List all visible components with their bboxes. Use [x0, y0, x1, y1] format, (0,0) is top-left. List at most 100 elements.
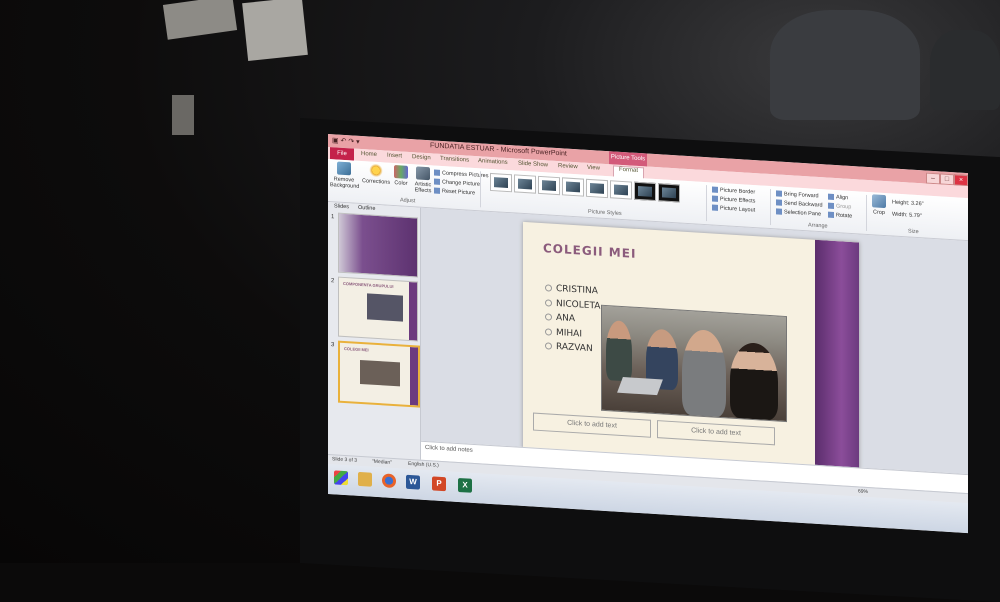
powerpoint-icon[interactable]: P — [432, 476, 446, 492]
remove-background-button[interactable]: Remove Background — [330, 161, 359, 190]
tab-insert[interactable]: Insert — [387, 153, 402, 160]
word-icon[interactable]: W — [406, 474, 420, 490]
bullet-icon — [545, 298, 552, 307]
text-placeholder-left[interactable]: Click to add text — [533, 412, 651, 438]
thumbnail-band — [410, 347, 418, 406]
theme-name: "Median" — [372, 458, 392, 466]
change-picture-icon — [434, 178, 440, 185]
close-button[interactable]: × — [954, 174, 968, 187]
picture-style-thumb[interactable] — [586, 178, 608, 199]
tab-design[interactable]: Design — [412, 154, 431, 161]
group-photo[interactable] — [601, 304, 787, 423]
list-item: RAZVAN — [545, 341, 600, 359]
reset-picture-icon — [434, 187, 440, 194]
adjust-group-label: Adjust — [400, 197, 416, 205]
photo-person — [606, 320, 632, 382]
slide-thumbnail-2[interactable]: COMPONENTA GRUPULUI — [338, 276, 418, 342]
height-field[interactable]: Height: 3.26" — [892, 199, 924, 207]
picture-style-thumb[interactable] — [562, 177, 584, 197]
minimize-button[interactable]: – — [926, 172, 940, 185]
current-slide[interactable]: COLEGII MEI CRISTINA NICOLETA ANA MIHAI … — [523, 221, 859, 481]
picture-effects-icon — [712, 195, 718, 202]
excel-icon[interactable]: X — [458, 477, 472, 493]
language-indicator[interactable]: English (U.S.) — [408, 461, 439, 469]
slide-counter: Slide 3 of 3 — [332, 456, 358, 464]
crop-button[interactable]: Crop — [870, 194, 888, 216]
photo-laptop — [617, 377, 663, 396]
maximize-button[interactable]: □ — [940, 173, 954, 186]
crop-icon — [872, 194, 886, 209]
tab-review[interactable]: Review — [558, 163, 578, 170]
tab-animations[interactable]: Animations — [478, 158, 508, 166]
picture-styles-group-label: Picture Styles — [588, 208, 622, 217]
picture-style-thumb[interactable] — [538, 175, 560, 196]
slides-panel: Slides Outline 1 2 COMPONENTA GRUPULUI 3… — [328, 202, 421, 460]
compress-icon — [434, 169, 440, 176]
picture-style-thumb[interactable] — [610, 180, 632, 200]
slide-editing-area: COLEGII MEI CRISTINA NICOLETA ANA MIHAI … — [421, 207, 968, 481]
bullet-list[interactable]: CRISTINA NICOLETA ANA MIHAI RAZVAN — [545, 283, 600, 359]
picture-effects-button[interactable]: Picture Effects — [712, 195, 755, 205]
file-explorer-icon[interactable] — [358, 471, 372, 487]
background-person — [770, 10, 920, 120]
slide-number: 3 — [331, 342, 335, 349]
wall-paper-note — [172, 95, 194, 135]
send-backward-icon — [776, 199, 782, 206]
picture-layout-button[interactable]: Picture Layout — [712, 204, 755, 214]
size-group-label: Size — [908, 228, 919, 236]
ribbon-separator — [706, 185, 707, 222]
corrections-button[interactable]: Corrections — [362, 163, 390, 186]
group-icon — [828, 202, 834, 209]
group-button[interactable]: Group — [828, 202, 851, 210]
width-field[interactable]: Width: 5.79" — [892, 211, 922, 219]
windows-start-icon[interactable] — [334, 470, 348, 486]
tab-outline[interactable]: Outline — [358, 205, 375, 212]
firefox-icon[interactable] — [382, 473, 396, 489]
ribbon-separator — [480, 171, 481, 208]
ribbon-separator — [866, 194, 867, 231]
picture-style-thumb[interactable] — [634, 181, 656, 202]
photo-person — [682, 328, 726, 418]
slide-thumbnail-1[interactable] — [338, 212, 418, 278]
picture-style-thumb[interactable] — [658, 183, 680, 203]
selection-pane-icon — [776, 208, 782, 215]
picture-style-thumb[interactable] — [490, 172, 512, 193]
thumbnail-band — [409, 281, 417, 341]
color-icon — [394, 165, 408, 179]
quick-access-toolbar[interactable]: ▣ ↶ ↷ ▾ — [332, 136, 360, 146]
selection-pane-button[interactable]: Selection Pane — [776, 208, 821, 218]
thumbnail-photo — [360, 359, 400, 387]
zoom-level[interactable]: 69% — [858, 488, 868, 495]
tab-slides[interactable]: Slides — [334, 203, 349, 210]
slide-title[interactable]: COLEGII MEI — [543, 241, 636, 261]
artistic-effects-button[interactable]: Artistic Effects — [412, 166, 434, 194]
bullet-icon — [545, 313, 552, 321]
wall-paper-note — [242, 0, 308, 61]
monitor-screen: ▣ ↶ ↷ ▾ FUNDATIA ESTUAR - Microsoft Powe… — [328, 134, 968, 534]
slide-number: 2 — [331, 278, 335, 285]
photo-person — [730, 341, 778, 421]
picture-style-thumb[interactable] — [514, 174, 536, 194]
change-picture-button[interactable]: Change Picture — [434, 178, 480, 188]
reset-picture-button[interactable]: Reset Picture — [434, 187, 475, 196]
rotate-button[interactable]: Rotate — [828, 211, 852, 220]
arrange-group-label: Arrange — [808, 222, 828, 230]
slide-number: 1 — [331, 214, 335, 221]
remove-background-icon — [337, 161, 351, 176]
bring-forward-button[interactable]: Bring Forward — [776, 190, 819, 199]
picture-border-button[interactable]: Picture Border — [712, 186, 755, 196]
tab-transitions[interactable]: Transitions — [440, 156, 469, 164]
tab-view[interactable]: View — [587, 165, 600, 172]
tab-home[interactable]: Home — [361, 151, 377, 158]
bullet-icon — [545, 327, 552, 336]
align-button[interactable]: Align — [828, 193, 848, 201]
slide-thumbnail-3[interactable]: COLEGII MEI — [338, 340, 420, 408]
bullet-icon — [545, 342, 552, 350]
send-backward-button[interactable]: Send Backward — [776, 199, 823, 209]
color-button[interactable]: Color — [392, 165, 410, 187]
background-person — [930, 30, 1000, 110]
tab-slide-show[interactable]: Slide Show — [518, 161, 548, 169]
text-placeholder-right[interactable]: Click to add text — [657, 420, 775, 446]
picture-border-icon — [712, 186, 718, 193]
thumbnail-photo — [367, 293, 403, 322]
